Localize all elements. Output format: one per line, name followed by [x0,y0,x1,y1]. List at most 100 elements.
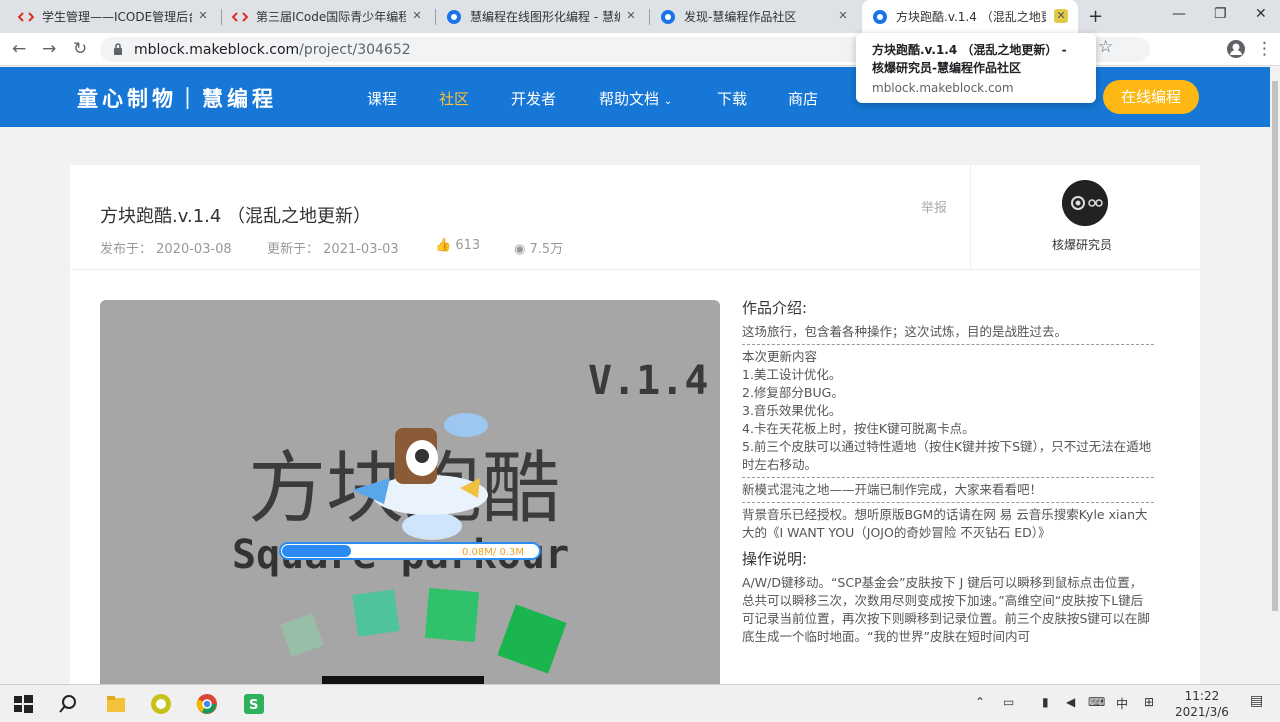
bookmark-star-icon[interactable]: ☆ [1098,37,1113,57]
nav-developer[interactable]: 开发者 [511,88,556,109]
battery-icon[interactable]: ▮ [1042,695,1049,709]
nav-store[interactable]: 商店 [788,88,818,109]
update-line: 4.卡在天花板上时，按住K键可脱离卡点。 [742,421,975,436]
published-value: 2020-03-08 [156,242,232,257]
block-shape [352,589,400,637]
minimize-icon[interactable]: — [1172,6,1186,22]
published-date: 发布于： 2020-03-08 [100,238,232,257]
tab-label: 第三届ICode国际青少年编程竞赛 [256,10,406,24]
browser-tab-bar: 学生管理——ICODE管理后台 ✕ 第三届ICode国际青少年编程竞赛 ✕ 慧编… [0,0,1280,33]
nav-help-label: 帮助文档 [599,90,660,108]
profile-avatar-icon[interactable] [1226,39,1246,59]
project-description: 作品介绍: 这场旅行，包含着各种操作；这次试炼，目的是战胜过去。 本次更新内容 … [742,299,1154,646]
divider [70,269,1200,270]
game-splash-graphic: V.1.4 方块跑酷 Square parkour 0.08M/ 0.3M [232,358,708,690]
tab-label: 慧编程在线图形化编程 - 慧编程 [470,10,620,24]
lock-icon [114,43,122,55]
back-icon[interactable]: ← [12,39,26,59]
close-icon[interactable]: ✕ [1054,9,1068,23]
reload-icon[interactable]: ↻ [73,39,87,59]
sheets-app-icon[interactable]: S [243,693,265,715]
file-explorer-icon[interactable] [105,693,127,715]
tab-icode-admin[interactable]: 学生管理——ICODE管理后台 ✕ [8,0,220,33]
like-count[interactable]: 👍 613 [435,238,480,253]
update-line: 3.音乐效果优化。 [742,403,842,418]
nav-courses[interactable]: 课程 [367,88,397,109]
divider [970,165,971,269]
tab-icode-contest[interactable]: 第三届ICode国际青少年编程竞赛 ✕ [222,0,434,33]
close-icon[interactable]: ✕ [836,9,850,23]
tab-label: 发现-慧编程作品社区 [684,10,797,24]
ime-indicator[interactable]: 中 [1116,695,1128,712]
forward-icon[interactable]: → [42,39,56,59]
close-icon[interactable]: ✕ [196,9,210,23]
nav-help-docs[interactable]: 帮助文档 ⌄ [599,88,672,109]
updated-value: 2021-03-03 [323,242,399,257]
author-avatar[interactable] [1062,180,1108,226]
tooltip-url: mblock.makeblock.com [872,81,1014,95]
loading-progress-fill [282,545,351,557]
tab-mblock-community[interactable]: 发现-慧编程作品社区 ✕ [650,0,860,33]
block-shape [424,587,480,643]
ops-heading: 操作说明: [742,550,808,568]
mblock-icon [447,9,461,24]
intro-heading: 作品介绍: [742,299,808,317]
dashed-divider [742,477,1154,478]
url-path: /project/304652 [299,42,411,58]
block-shape [497,604,567,674]
windows-start-icon[interactable] [12,693,34,715]
close-icon[interactable]: ✕ [410,9,424,23]
notification-icon[interactable]: ▤ [1250,693,1263,709]
game-preview-stage[interactable]: V.1.4 方块跑酷 Square parkour 0.08M/ 0.3M [100,300,720,690]
volume-icon[interactable]: ◀ [1066,695,1075,709]
maximize-icon[interactable]: ❐ [1214,6,1227,22]
nav-download[interactable]: 下载 [717,88,747,109]
view-count: ◉ 7.5万 [514,238,563,257]
clock-time: 11:22 [1184,689,1220,703]
url-host: mblock.makeblock.com [134,42,300,58]
menu-kebab-icon[interactable]: ⋮ [1256,39,1273,59]
music-text: 背景音乐已经授权。想听原版BGM的话请在网 易 云音乐搜索Kyle xian大大… [742,507,1148,540]
report-link[interactable]: 举报 [921,197,947,216]
ops-text: A/W/D键移动。“SCP基金会”皮肤按下 J 键后可以瞬移到鼠标点击位置，总共… [742,575,1150,644]
update-line: 2.修复部分BUG。 [742,385,844,400]
tab-hover-tooltip: 方块跑酷.v.1.4 （混乱之地更新） - 核爆研究员-慧编程作品社区 mblo… [856,33,1096,103]
tab-mblock-editor[interactable]: 慧编程在线图形化编程 - 慧编程 ✕ [436,0,648,33]
updated-label: 更新于： [267,242,320,257]
update-line: 本次更新内容 [742,349,818,364]
code-icon [18,11,34,22]
code-icon [232,11,248,22]
scrollbar-thumb[interactable] [1272,81,1278,611]
block-shape [280,613,324,657]
loading-progress-text: 0.08M/ 0.3M [462,547,524,558]
author-name[interactable]: 核爆研究员 [1052,236,1112,253]
window-close-icon[interactable]: ✕ [1255,6,1267,22]
like-value: 613 [455,238,481,253]
input-mode-icon[interactable]: ⊞ [1144,695,1154,709]
eye-icon: ◉ [514,242,526,257]
chrome-icon[interactable] [196,693,218,715]
new-tab-button[interactable]: + [1088,6,1103,27]
page-scrollbar[interactable] [1270,67,1280,684]
mblock-icon [661,9,675,24]
update-line: 5.前三个皮肤可以通过特性遁地（按住K键并按下S键），只不过无法在遁地时左右移动… [742,439,1152,472]
svg-text:S: S [249,698,258,713]
url-text: mblock.makeblock.com/project/304652 [134,42,411,58]
search-icon[interactable] [57,693,79,715]
online-coding-button[interactable]: 在线编程 [1103,80,1199,114]
close-icon[interactable]: ✕ [624,9,638,23]
tab-project-active[interactable]: 方块跑酷.v.1.4 （混乱之地更新） ✕ [862,0,1078,33]
published-label: 发布于： [100,242,153,257]
thumbs-up-icon: 👍 [435,238,452,253]
chevron-up-icon[interactable]: ⌃ [975,695,985,709]
app-icon[interactable] [150,693,172,715]
clock[interactable]: 11:22 2021/3/6 [1175,688,1229,720]
keyboard-icon[interactable]: ⌨ [1088,695,1105,709]
nav-community[interactable]: 社区 [439,88,469,109]
network-icon[interactable]: ▭ [1003,695,1014,709]
version-label: V.1.4 [588,358,708,404]
dashed-divider [742,502,1154,503]
mblock-icon [873,9,887,24]
site-logo[interactable]: 童心制物｜慧编程 [77,83,277,113]
update-line: 1.美工设计优化。 [742,367,842,382]
